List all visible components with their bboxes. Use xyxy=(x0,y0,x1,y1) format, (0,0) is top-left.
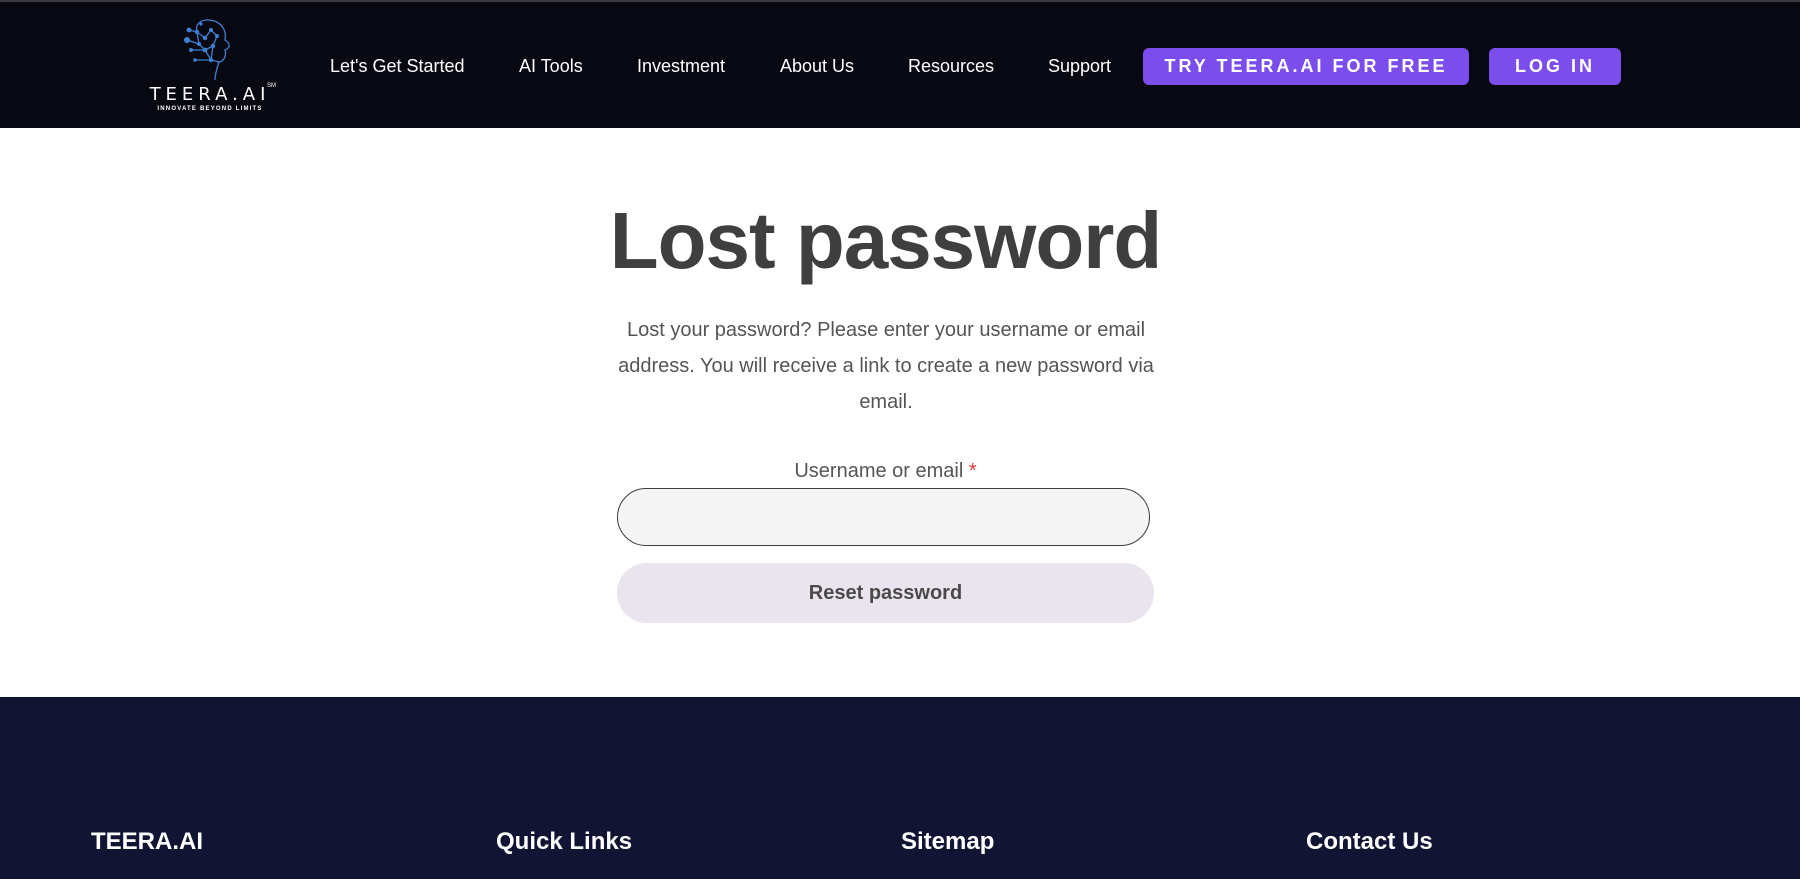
footer-heading-brand: TEERA.AI xyxy=(91,828,204,855)
nav-item-about-us[interactable]: About Us xyxy=(780,54,854,78)
site-logo[interactable]: TEERA.AI SM INNOVATE BEYOND LIMITS xyxy=(143,16,279,116)
logo-tagline: INNOVATE BEYOND LIMITS xyxy=(157,106,263,112)
instructions-text: Lost your password? Please enter your us… xyxy=(618,319,1154,413)
brain-network-icon xyxy=(184,19,230,81)
try-free-button[interactable]: TRY TEERA.AI FOR FREE xyxy=(1143,48,1469,85)
lost-password-section: Lost password Lost your password? Please… xyxy=(0,128,1800,698)
logo-trademark: SM xyxy=(267,83,276,89)
footer-heading-quick-links: Quick Links xyxy=(496,828,633,855)
reset-password-button[interactable]: Reset password xyxy=(617,563,1154,623)
footer-heading-contact: Contact Us xyxy=(1306,828,1433,855)
logo-wordmark: TEERA.AI xyxy=(149,84,271,105)
username-email-input[interactable] xyxy=(617,488,1150,546)
username-field-label: Username or email * xyxy=(617,458,1154,484)
nav-item-ai-tools[interactable]: AI Tools xyxy=(519,54,583,78)
site-header: TEERA.AI SM INNOVATE BEYOND LIMITS Let's… xyxy=(0,2,1800,128)
footer-heading-sitemap: Sitemap xyxy=(901,828,995,855)
login-button[interactable]: LOG IN xyxy=(1489,48,1621,85)
page-title: Lost password xyxy=(609,196,1163,285)
nav-item-support[interactable]: Support xyxy=(1048,54,1111,78)
username-label-text: Username or email xyxy=(794,460,964,482)
required-marker: * xyxy=(968,460,977,482)
nav-item-lets-get-started[interactable]: Let's Get Started xyxy=(330,54,465,78)
nav-item-investment[interactable]: Investment xyxy=(637,54,725,78)
site-footer: TEERA.AI Quick Links Sitemap Contact Us xyxy=(0,697,1800,879)
nav-item-resources[interactable]: Resources xyxy=(908,54,994,78)
